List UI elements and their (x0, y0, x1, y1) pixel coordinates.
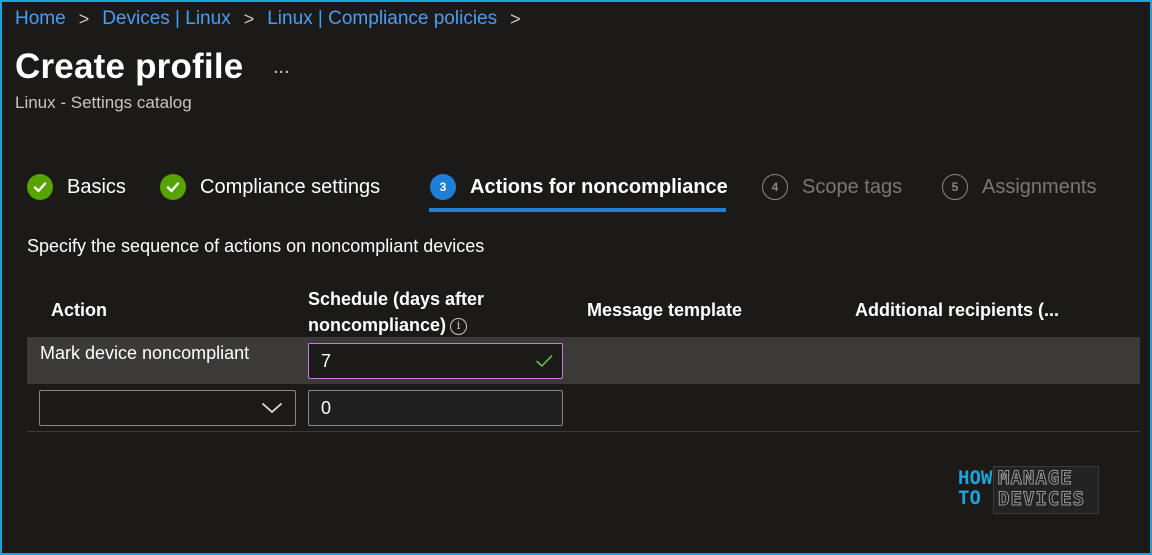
schedule-input-value: 0 (321, 397, 332, 418)
checkmark-icon (27, 174, 53, 200)
breadcrumb-separator: > (78, 8, 90, 29)
logo-manage: MANAGE (997, 467, 1073, 489)
logo-how-to: HOW TO (958, 468, 992, 508)
table-divider (27, 431, 1140, 432)
checkmark-icon (534, 351, 554, 376)
chevron-down-icon (261, 400, 283, 421)
step-compliance-settings[interactable]: Compliance settings (160, 168, 380, 206)
step-label: Compliance settings (200, 175, 381, 198)
breadcrumb-devices-linux[interactable]: Devices | Linux (102, 8, 231, 30)
schedule-header-line2: noncompliance) (308, 315, 447, 335)
breadcrumb-home[interactable]: Home (15, 8, 66, 30)
breadcrumb: Home > Devices | Linux > Linux | Complia… (15, 6, 534, 32)
step-number-badge: 3 (430, 174, 456, 200)
step-label: Actions for noncompliance (470, 175, 728, 198)
schedule-input[interactable]: 7 (308, 343, 563, 379)
schedule-input-value: 7 (321, 350, 332, 371)
column-header-schedule: Schedule (days after noncompliance) i (308, 286, 484, 338)
step-scope-tags[interactable]: 4 Scope tags (762, 168, 902, 206)
wizard-steps: Basics Compliance settings 3 Actions for… (0, 168, 1152, 214)
column-header-action: Action (51, 300, 107, 320)
step-number-badge: 5 (942, 174, 968, 200)
action-cell-text: Mark device noncompliant (40, 343, 250, 363)
action-dropdown[interactable] (39, 390, 296, 426)
logo-to: TO (958, 487, 981, 509)
checkmark-icon (160, 174, 186, 200)
step-label: Scope tags (802, 175, 903, 198)
active-step-underline (429, 208, 726, 212)
step-number-badge: 4 (762, 174, 788, 200)
logo-how: HOW (958, 467, 993, 489)
logo-devices: DEVICES (997, 488, 1086, 510)
step-basics[interactable]: Basics (27, 168, 126, 206)
logo-manage-devices: MANAGE DEVICES (997, 467, 1086, 510)
schedule-input[interactable]: 0 (308, 390, 563, 426)
step-assignments[interactable]: 5 Assignments (942, 168, 1097, 206)
step-label: Basics (67, 175, 126, 198)
breadcrumb-linux-compliance-policies[interactable]: Linux | Compliance policies (267, 8, 497, 30)
step-label: Assignments (982, 175, 1097, 198)
page-title: Create profile (15, 47, 244, 86)
schedule-header-line1: Schedule (days after (308, 289, 485, 309)
column-header-additional-recipients[interactable]: Additional recipients (... (855, 297, 1059, 323)
breadcrumb-separator: > (243, 8, 255, 29)
section-description: Specify the sequence of actions on nonco… (27, 236, 485, 256)
more-options-button[interactable]: ... (273, 56, 290, 79)
howto-manage-devices-logo: HOW TO MANAGE DEVICES (952, 462, 1100, 520)
breadcrumb-separator: > (510, 8, 521, 29)
info-icon[interactable]: i (450, 317, 468, 335)
page-subtitle: Linux - Settings catalog (15, 93, 192, 112)
column-header-message-template: Message template (587, 300, 743, 320)
step-actions-for-noncompliance[interactable]: 3 Actions for noncompliance (430, 168, 728, 206)
